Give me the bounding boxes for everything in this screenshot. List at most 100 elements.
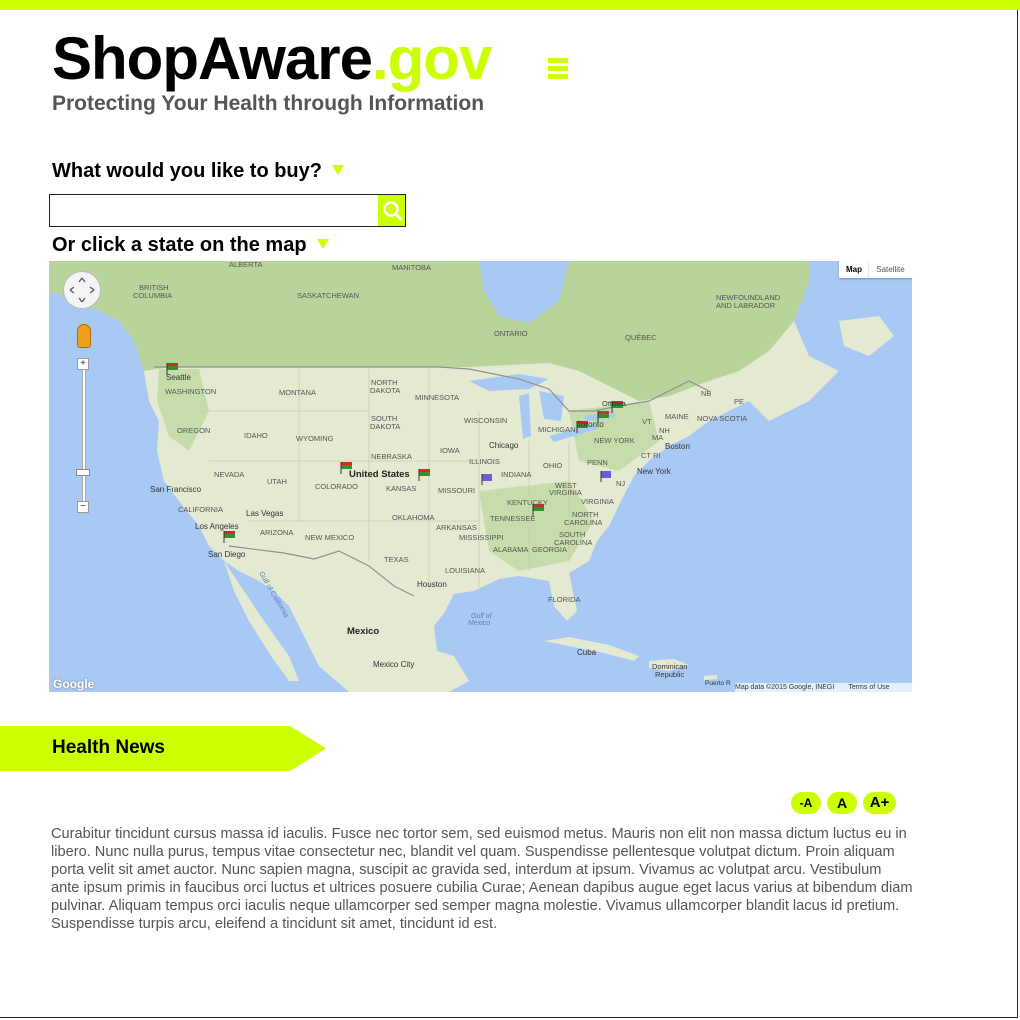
- zoom-in-button[interactable]: +: [77, 358, 89, 370]
- map-label: United States: [349, 469, 410, 480]
- map-attribution: Map data ©2015 Google, INEGI Terms of Use: [735, 683, 912, 692]
- map-label: TENNESSEE: [490, 514, 535, 523]
- map-label: Republic: [655, 670, 684, 679]
- zoom-slider-handle[interactable]: [76, 469, 90, 476]
- map-label: CALIFORNIA: [178, 505, 223, 514]
- map-canvas[interactable]: ALBERTA MANITOBA BRITISH COLUMBIA SASKAT…: [49, 261, 912, 692]
- map-label: UTAH: [267, 477, 287, 486]
- map-attribution-text: Map data ©2015 Google, INEGI: [735, 684, 835, 691]
- map-label: NB: [701, 389, 711, 398]
- map-label: VIRGINIA: [549, 488, 582, 497]
- map-label: QUÉBEC: [625, 333, 657, 342]
- map-label: WYOMING: [296, 434, 334, 443]
- search-prompt-text: What would you like to buy?: [52, 160, 322, 182]
- map-label: NEW MEXICO: [305, 533, 354, 542]
- map-label: San Francisco: [150, 485, 202, 494]
- map-label: INDIANA: [501, 470, 531, 479]
- map-label: NJ: [616, 479, 625, 488]
- logo-main-text: ShopAware: [52, 25, 373, 92]
- map-label: Boston: [665, 442, 690, 451]
- map-label: MINNESOTA: [415, 393, 459, 402]
- map-label: ALABAMA: [493, 545, 528, 554]
- map-label: COLORADO: [315, 482, 358, 491]
- map-label: OREGON: [177, 426, 210, 435]
- map-type-map-button[interactable]: Map: [839, 261, 869, 278]
- map-label: Las Vegas: [246, 509, 283, 518]
- map-label: OHIO: [543, 461, 562, 470]
- street-view-pegman-icon[interactable]: [77, 324, 91, 348]
- map-label: ARIZONA: [260, 528, 293, 537]
- map-label: ILLINOIS: [469, 457, 500, 466]
- map-label: VIRGINIA: [581, 497, 614, 506]
- font-increase-button[interactable]: A+: [863, 792, 896, 814]
- map-label: CT RI: [641, 451, 660, 460]
- health-news-heading: Health News: [52, 737, 165, 758]
- map-label: MISSISSIPPI: [459, 533, 504, 542]
- search-button[interactable]: [378, 195, 405, 226]
- map-label: DAKOTA: [370, 386, 400, 395]
- map-label: MICHIGAN: [538, 425, 576, 434]
- map-label: PE: [734, 397, 744, 406]
- map-label: Toronto: [577, 420, 604, 429]
- map-label: ONTARIO: [494, 329, 528, 338]
- map-label: Puerto R: [705, 680, 731, 687]
- search-prompt: What would you like to buy?: [52, 160, 344, 183]
- map-label: VT: [642, 417, 652, 426]
- map-label: WASHINGTON: [165, 387, 216, 396]
- map-label: Mexico: [347, 626, 379, 637]
- google-logo: Google: [53, 677, 95, 691]
- map-label: NEBRASKA: [371, 452, 412, 461]
- map-label: NEW YORK: [594, 436, 635, 445]
- news-article-text: Curabitur tincidunt cursus massa id iacu…: [51, 826, 913, 932]
- map-label: TEXAS: [384, 555, 409, 564]
- map-label: New York: [637, 467, 672, 476]
- map-label: KANSAS: [386, 484, 416, 493]
- map-label: DAKOTA: [370, 422, 400, 431]
- search-icon: [383, 201, 402, 221]
- hamburger-menu-icon[interactable]: [548, 58, 568, 82]
- map-prompt: Or click a state on the map: [52, 234, 329, 257]
- map-label: Cuba: [577, 648, 597, 657]
- site-tagline: Protecting Your Health through Informati…: [52, 92, 485, 115]
- map-label: NEVADA: [214, 470, 244, 479]
- map-label: Chicago: [489, 441, 519, 450]
- zoom-slider-track[interactable]: [82, 365, 86, 512]
- map-label: Houston: [417, 580, 447, 589]
- map-label: ARKANSAS: [436, 523, 477, 532]
- map-label: WISCONSIN: [464, 416, 507, 425]
- zoom-out-button[interactable]: −: [77, 501, 89, 513]
- map-label: MA: [652, 433, 663, 442]
- map-label: San Diego: [208, 550, 246, 559]
- map-label: GEORGIA: [532, 545, 567, 554]
- map-label: Mexico: [468, 620, 490, 627]
- map-label: PENN: [587, 458, 608, 467]
- map-label: Gulf of: [471, 613, 493, 620]
- map-label: MONTANA: [279, 388, 316, 397]
- map-label: IOWA: [440, 446, 460, 455]
- pan-arrows-icon: [69, 277, 95, 303]
- map-label: FLORIDA: [548, 595, 581, 604]
- map-type-satellite-button[interactable]: Satellite: [869, 261, 912, 278]
- map-label: OKLAHOMA: [392, 513, 435, 522]
- map-label: LOUISIANA: [445, 566, 485, 575]
- terms-of-use-link[interactable]: Terms of Use: [848, 684, 889, 691]
- map-label: Los Angeles: [195, 522, 239, 531]
- map-label: MANITOBA: [392, 263, 431, 272]
- map-label: MAINE: [665, 412, 689, 421]
- pan-control[interactable]: [63, 271, 101, 309]
- font-normal-button[interactable]: A: [827, 792, 857, 814]
- map-label: Mexico City: [373, 660, 414, 669]
- map-prompt-text: Or click a state on the map: [52, 234, 307, 256]
- dropdown-triangle-icon: [332, 165, 344, 175]
- map-label: COLUMBIA: [133, 291, 172, 300]
- map-label: NOVA SCOTIA: [697, 414, 747, 423]
- map-label: MISSOURI: [438, 486, 475, 495]
- map-label: IDAHO: [244, 431, 268, 440]
- site-logo[interactable]: ShopAware.gov: [52, 24, 492, 94]
- font-decrease-button[interactable]: -A: [791, 792, 821, 814]
- map-label: Ottawa: [602, 399, 627, 408]
- map-label: CAROLINA: [564, 518, 602, 527]
- map-label: KENTUCKY: [507, 498, 548, 507]
- search-input[interactable]: [50, 195, 377, 226]
- state-map[interactable]: ALBERTA MANITOBA BRITISH COLUMBIA SASKAT…: [49, 261, 912, 692]
